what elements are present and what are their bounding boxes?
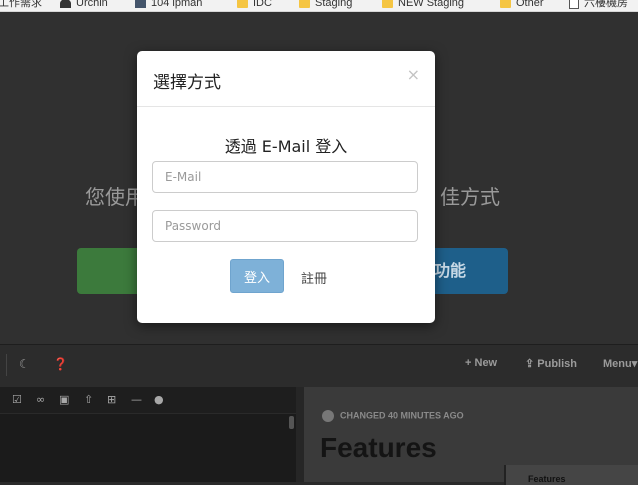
- upload-icon[interactable]: ⇧: [84, 393, 93, 406]
- bookmark-new-staging[interactable]: NEW Staging: [382, 0, 464, 11]
- menu-button[interactable]: Menu▾: [603, 357, 637, 370]
- preview-title: Features: [320, 432, 437, 463]
- new-button[interactable]: + New: [465, 357, 497, 369]
- toc-item[interactable]: Features: [528, 474, 566, 484]
- close-icon[interactable]: ×: [407, 65, 420, 84]
- hero-text-right: 佳方式: [440, 185, 500, 209]
- folder-icon: [382, 0, 393, 8]
- modal-subtitle: 透過 E-Mail 登入: [224, 137, 348, 156]
- register-link[interactable]: 註冊: [301, 268, 327, 287]
- folder-icon: [500, 0, 511, 8]
- publish-button[interactable]: ⇪ Publish: [525, 357, 577, 370]
- login-modal: 選擇方式 × 透過 E-Mail 登入 登入 註冊: [137, 51, 435, 323]
- avatar-icon: [322, 410, 334, 422]
- image-icon[interactable]: ▣: [59, 393, 69, 406]
- bookmarks-bar: 工作需求 Urchin 104 ipman IDC Staging NEW St…: [0, 0, 638, 12]
- editor-scrollbar[interactable]: [289, 416, 294, 429]
- urchin-icon: [60, 0, 71, 8]
- help-icon[interactable]: ❓: [53, 357, 68, 371]
- checkbox-icon[interactable]: ☑: [12, 393, 22, 406]
- caret-down-icon: ▾: [631, 358, 638, 370]
- password-field[interactable]: [152, 210, 418, 242]
- comment-icon[interactable]: ●: [154, 393, 164, 406]
- bookmark-urchin[interactable]: Urchin: [60, 0, 108, 11]
- toc-panel: [504, 465, 638, 485]
- table-icon[interactable]: ⊞: [107, 393, 116, 406]
- bookmark-work[interactable]: 工作需求: [0, 0, 42, 11]
- bookmark-idc[interactable]: IDC: [237, 0, 272, 11]
- pane-divider[interactable]: [296, 387, 304, 482]
- moon-icon[interactable]: ☾: [19, 357, 30, 371]
- hero-text-left: 您使用: [85, 185, 145, 209]
- ipman-icon: [135, 0, 146, 8]
- bookmark-other[interactable]: Other: [500, 0, 544, 11]
- changed-status: CHANGED 40 MINUTES AGO: [322, 410, 464, 422]
- modal-title: 選擇方式: [153, 73, 221, 93]
- toolbar-divider: [6, 354, 7, 376]
- link-icon[interactable]: ∞: [36, 393, 45, 406]
- publish-icon: ⇪: [525, 358, 535, 370]
- hr-icon[interactable]: —: [131, 393, 142, 406]
- folder-icon: [237, 0, 248, 8]
- bookmark-6f-room[interactable]: 六樓機房: [569, 0, 628, 11]
- bookmark-staging[interactable]: Staging: [299, 0, 352, 11]
- folder-icon: [299, 0, 310, 8]
- modal-header: 選擇方式 ×: [137, 51, 435, 107]
- page-icon: [569, 0, 579, 10]
- login-button[interactable]: 登入: [230, 259, 284, 293]
- plus-icon: +: [465, 357, 472, 369]
- bookmark-104-ipman[interactable]: 104 ipman: [135, 0, 202, 11]
- email-field[interactable]: [152, 161, 418, 193]
